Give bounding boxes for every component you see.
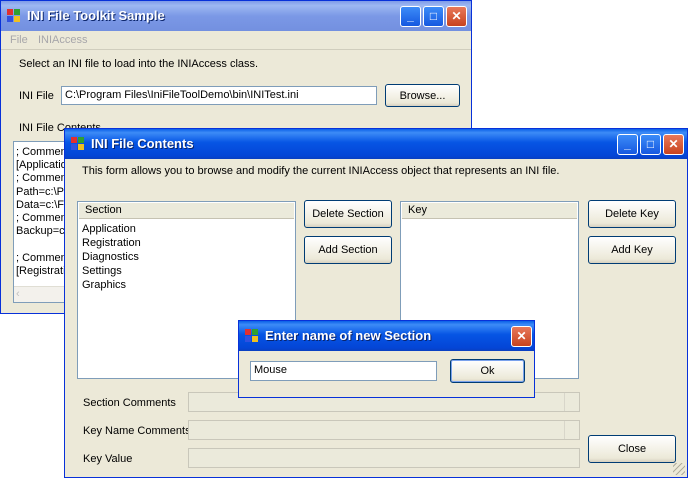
menu-iniaccess[interactable]: INIAccess <box>38 34 88 46</box>
section-item[interactable]: Registration <box>82 237 141 250</box>
section-item[interactable]: Application <box>82 223 136 236</box>
ok-button[interactable]: Ok <box>450 359 525 383</box>
maximize-button[interactable]: □ <box>423 6 444 27</box>
section-header[interactable]: Section <box>79 203 294 219</box>
contents-description: This form allows you to browse and modif… <box>82 165 560 177</box>
section-comments-spinner[interactable] <box>564 393 579 411</box>
menu-separator <box>1 49 471 50</box>
main-instructions: Select an INI file to load into the INIA… <box>19 58 259 70</box>
key-value-label: Key Value <box>83 453 133 465</box>
key-name-comments-spinner[interactable] <box>564 421 579 439</box>
contents-window-titlebar[interactable]: INI File Contents _ □ ✕ <box>65 129 687 159</box>
close-form-button[interactable]: Close <box>588 435 676 463</box>
main-window-titlebar[interactable]: INI File Toolkit Sample _ □ ✕ <box>1 1 471 31</box>
contents-close-button[interactable]: ✕ <box>663 134 684 155</box>
section-item[interactable]: Diagnostics <box>82 251 139 264</box>
browse-button[interactable]: Browse... <box>385 84 460 107</box>
key-name-comments-label: Key Name Comments <box>83 425 191 437</box>
key-name-comments-field[interactable] <box>188 420 580 440</box>
contents-minimize-button[interactable]: _ <box>617 134 638 155</box>
section-name-input[interactable]: Mouse <box>250 361 437 381</box>
app-icon <box>7 9 21 23</box>
add-section-button[interactable]: Add Section <box>304 236 392 264</box>
contents-maximize-button[interactable]: □ <box>640 134 661 155</box>
dialog-app-icon <box>245 329 259 343</box>
contents-lines: ; Comment [Applicatio ; Comment Path=c:\… <box>16 146 70 277</box>
section-item[interactable]: Graphics <box>82 279 126 292</box>
resize-grip-icon[interactable] <box>673 463 685 475</box>
ini-file-input[interactable]: C:\Program Files\IniFileToolDemo\bin\INI… <box>61 86 377 105</box>
scroll-left-icon[interactable]: ‹ <box>16 288 20 300</box>
contents-app-icon <box>71 137 85 151</box>
dialog-titlebar[interactable]: Enter name of new Section ✕ <box>239 321 534 351</box>
delete-key-button[interactable]: Delete Key <box>588 200 676 228</box>
contents-window: INI File Contents _ □ ✕ This form allows… <box>64 128 688 478</box>
dialog-close-button[interactable]: ✕ <box>511 326 532 347</box>
close-button[interactable]: ✕ <box>446 6 467 27</box>
key-value-field[interactable] <box>188 448 580 468</box>
section-comments-label: Section Comments <box>83 397 176 409</box>
minimize-button[interactable]: _ <box>400 6 421 27</box>
section-item[interactable]: Settings <box>82 265 122 278</box>
main-window-title: INI File Toolkit Sample <box>27 8 165 23</box>
new-section-dialog: Enter name of new Section ✕ Mouse Ok <box>238 320 535 398</box>
delete-section-button[interactable]: Delete Section <box>304 200 392 228</box>
ini-file-label: INI File <box>19 90 54 102</box>
contents-window-title: INI File Contents <box>91 136 194 151</box>
key-header[interactable]: Key <box>402 203 577 219</box>
add-key-button[interactable]: Add Key <box>588 236 676 264</box>
menu-file[interactable]: File <box>10 34 28 46</box>
dialog-title: Enter name of new Section <box>265 328 432 343</box>
